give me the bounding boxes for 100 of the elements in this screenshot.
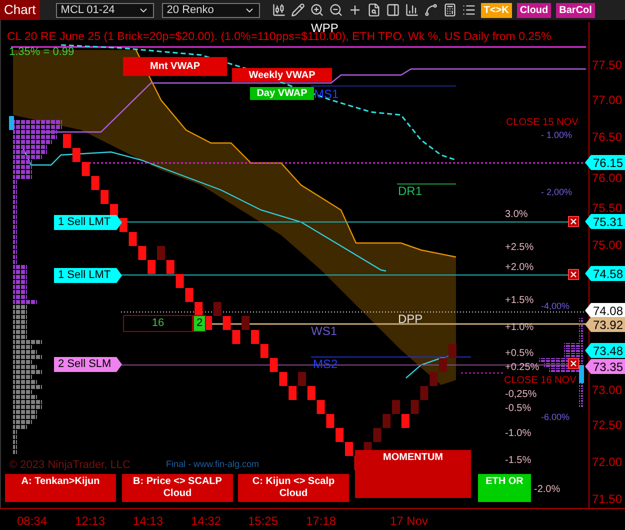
price-tick-label: 76.00 — [592, 171, 622, 185]
renko-brick — [128, 232, 137, 246]
watermark-text: Final - www.fin-alg.com — [166, 458, 260, 471]
price-marker — [9, 116, 14, 130]
price-tick-label: 72.50 — [592, 418, 622, 432]
renko-brick — [270, 358, 278, 372]
time-label: 14:13 — [133, 513, 164, 530]
panel-icon[interactable] — [386, 3, 400, 17]
percent-label: -0,25% — [505, 389, 537, 400]
price-tick-label: 76.50 — [592, 130, 622, 144]
percent-label: +2.0% — [505, 262, 534, 273]
percent-label: -1.0% — [505, 428, 532, 439]
percent-label: 3.0% — [505, 209, 528, 220]
indicator-toggle[interactable]: BarCol — [556, 2, 595, 18]
renko-brick — [430, 372, 438, 386]
cancel-order-button[interactable] — [568, 358, 579, 369]
vwap-label: Mnt VWAP — [123, 57, 227, 76]
renko-brick — [326, 414, 334, 428]
price-flag: 73.48 — [585, 343, 625, 358]
signal-box: ETH OR — [478, 474, 531, 502]
percent-label: +1.0% — [505, 322, 534, 333]
signal-box: C: Kijun <> Scalp Cloud — [238, 474, 349, 502]
document-search-icon[interactable] — [366, 3, 381, 17]
zoom-out-icon[interactable] — [328, 3, 343, 17]
price-flag: 74.58 — [585, 266, 625, 281]
time-label: 17:18 — [306, 513, 336, 530]
close-icon — [569, 270, 578, 279]
renko-brick — [213, 302, 222, 316]
signal-box: A: Tenkan>Kijun — [5, 474, 116, 502]
time-label: 15:25 — [248, 513, 278, 530]
renko-brick — [401, 414, 410, 428]
vwap-label: Day VWAP — [250, 87, 314, 100]
cancel-order-button[interactable] — [568, 269, 579, 280]
price-tick-label: 75.00 — [592, 238, 622, 252]
renko-brick — [279, 372, 288, 386]
price-tick-label: 72.00 — [592, 455, 622, 469]
weekly-percent-label: - 1.00% — [541, 130, 572, 140]
watermark-text: © 2023 NinjaTrader, LLC — [9, 458, 130, 473]
order-flag[interactable]: 2 Sell SLM — [54, 357, 122, 372]
renko-brick — [336, 428, 344, 442]
renko-brick — [138, 246, 146, 260]
renko-brick — [420, 386, 428, 400]
percent-label: -2.0% — [534, 484, 560, 495]
renko-brick — [185, 288, 194, 302]
order-flag[interactable]: 1 Sell LMT — [54, 215, 122, 230]
renko-brick — [373, 428, 382, 442]
order-flag[interactable]: 1 Sell LMT — [54, 268, 122, 283]
renko-brick — [72, 148, 80, 162]
close-icon — [569, 217, 578, 226]
weekly-percent-label: -6.00% — [541, 412, 570, 422]
renko-brick — [316, 400, 325, 414]
line-chart-icon[interactable] — [424, 3, 438, 17]
bar-chart-icon[interactable] — [404, 3, 419, 17]
price-tick-label: 77.50 — [592, 58, 622, 72]
price-flag: 73.92 — [585, 317, 625, 332]
vwap-label: Weekly VWAP — [232, 68, 332, 82]
renko-brick — [242, 316, 250, 330]
price-tick-label: 73.00 — [592, 383, 622, 397]
renko-brick — [176, 274, 184, 288]
renko-brick — [288, 386, 297, 400]
indicator-toggle[interactable]: Cloud — [516, 2, 552, 18]
renko-brick — [194, 302, 203, 316]
calculator-icon[interactable] — [442, 3, 457, 17]
renko-brick — [100, 190, 109, 204]
list-icon[interactable] — [462, 3, 476, 17]
bar-type-dropdown[interactable]: 20 Renko — [162, 2, 260, 18]
price-flag: 73.35 — [585, 359, 625, 374]
price-tick-label: 71.50 — [592, 492, 622, 506]
renko-brick — [232, 330, 240, 344]
candlestick-icon[interactable] — [272, 3, 286, 17]
renko-brick — [148, 260, 156, 274]
crosshair-icon[interactable] — [348, 3, 362, 17]
pencil-icon[interactable] — [290, 3, 305, 17]
zoom-in-icon[interactable] — [310, 3, 324, 17]
close-icon — [569, 359, 578, 368]
renko-brick — [382, 414, 391, 428]
cancel-order-button[interactable] — [568, 216, 579, 227]
pivot-label: WS1 — [311, 325, 338, 337]
pivot-label: MS2 — [313, 358, 338, 370]
close-label: CLOSE 15 NOV — [506, 117, 578, 128]
time-label: 14:32 — [191, 513, 222, 530]
time-label: 17 Nov — [390, 513, 428, 530]
percent-label: +0.5% — [505, 348, 534, 359]
renko-brick — [222, 316, 231, 330]
pivot-label: DR1 — [398, 185, 422, 197]
time-label: 12:13 — [75, 513, 106, 530]
price-flag: 76.15 — [585, 155, 625, 170]
percent-label: +2.5% — [505, 242, 534, 253]
price-tick-label: 75.50 — [592, 201, 622, 215]
weekly-percent-label: -4,00% — [541, 301, 570, 311]
instrument-dropdown[interactable]: MCL 01-24 — [56, 2, 154, 18]
signal-box: B: Price <> SCALP Cloud — [122, 474, 233, 502]
chart-header-text: CL 20 RE June 25 (1 Brick=20p=$20.00). (1.0%=110pps=$110.00), ETH TPO, Wk %, US Daily from 0.25% — [7, 31, 552, 43]
percent-label: +1.5% — [505, 295, 534, 306]
pivot-label: DPP — [398, 313, 423, 325]
time-label: 08:34 — [17, 513, 48, 530]
renko-brick — [91, 176, 100, 190]
chart-title: Chart — [0, 0, 40, 20]
renko-brick — [260, 344, 268, 358]
price-marker — [579, 365, 584, 383]
